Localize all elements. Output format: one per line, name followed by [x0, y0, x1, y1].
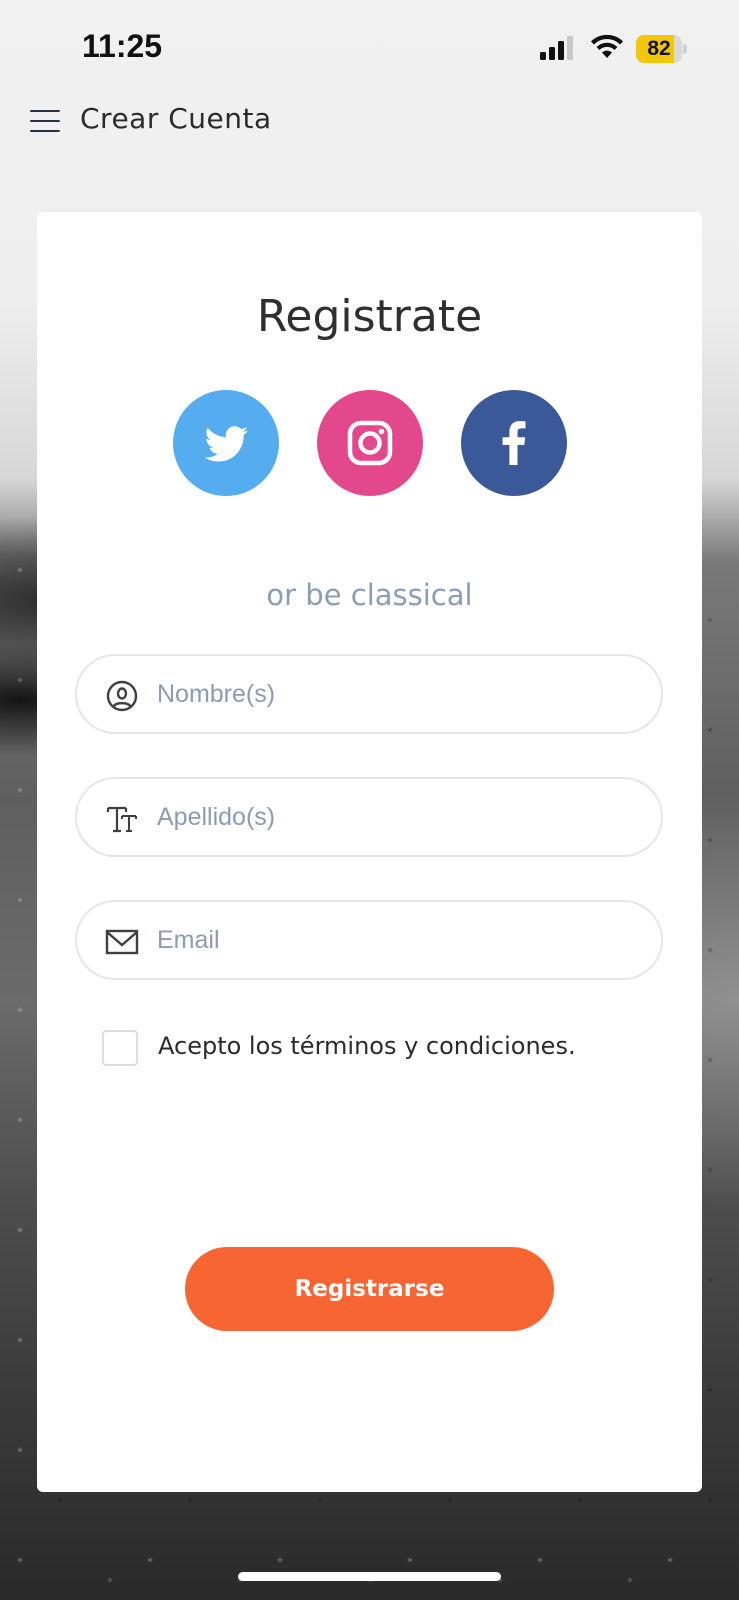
twitter-bird-icon [204, 426, 249, 462]
email-input[interactable] [157, 916, 637, 964]
battery-indicator: 82 [636, 35, 688, 63]
twitter-login-button[interactable] [173, 390, 279, 496]
last-name-input[interactable] [157, 793, 637, 841]
register-card: Registrate or be classical Nombre(s) Ape… [37, 212, 702, 1492]
terms-row: Acepto los términos y condiciones. [102, 1030, 662, 1070]
home-indicator [238, 1572, 501, 1581]
hamburger-menu-icon[interactable] [28, 106, 62, 136]
email-field[interactable] [75, 900, 663, 980]
top-nav: Crear Cuenta [0, 96, 739, 148]
instagram-camera-icon [347, 420, 393, 466]
last-name-field[interactable] [75, 777, 663, 857]
battery-level: 82 [647, 37, 671, 60]
text-size-icon [106, 806, 137, 833]
facebook-login-button[interactable] [461, 390, 567, 496]
page-title: Crear Cuenta [80, 102, 272, 135]
cellular-signal-icon [540, 36, 573, 60]
status-bar: 11:25 82 [0, 0, 739, 96]
first-name-input[interactable] [157, 670, 637, 718]
terms-label[interactable]: Acepto los términos y condiciones. [158, 1032, 576, 1060]
instagram-login-button[interactable] [317, 390, 423, 496]
envelope-icon [105, 929, 139, 955]
first-name-field[interactable] [75, 654, 663, 734]
card-title: Registrate [256, 291, 483, 343]
facebook-f-icon [502, 421, 526, 465]
register-button[interactable]: Registrarse [185, 1247, 554, 1331]
user-circle-icon [106, 680, 138, 712]
wifi-icon [591, 34, 623, 58]
status-time: 11:25 [82, 28, 163, 64]
social-login-row [37, 390, 702, 496]
divider-text: or be classical [266, 578, 473, 612]
terms-checkbox[interactable] [102, 1030, 138, 1066]
